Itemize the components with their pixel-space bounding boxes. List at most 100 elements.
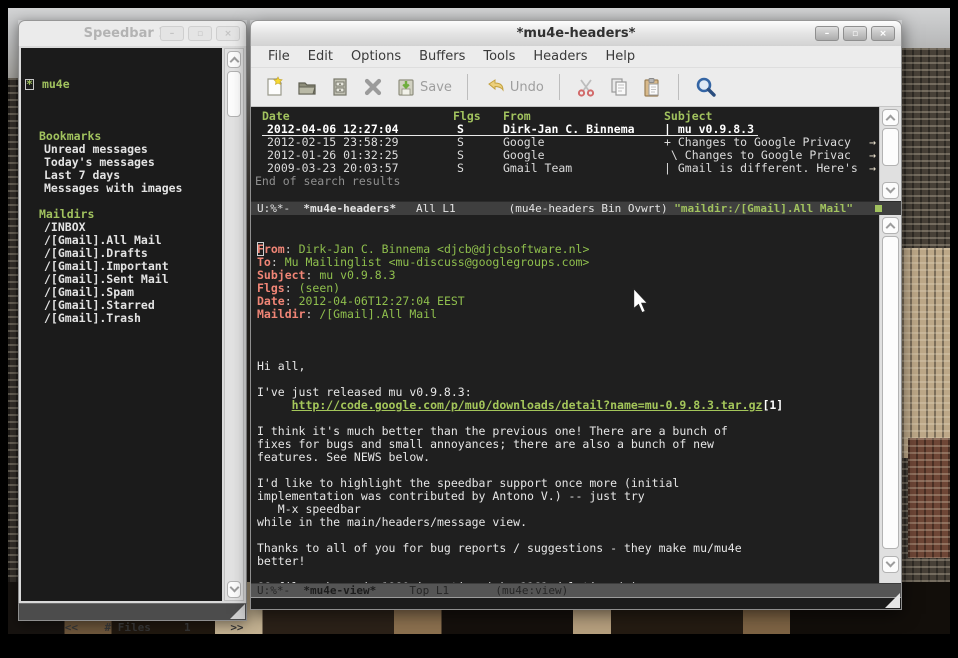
toolbar-separator (678, 74, 679, 100)
speedbar-item[interactable]: /[Gmail].Trash (25, 312, 222, 325)
new-file-button[interactable] (263, 76, 285, 98)
scrollbar-thumb[interactable] (227, 71, 241, 117)
body-line: while in the main/headers/message view. (257, 516, 879, 529)
maximize-icon[interactable]: ▫ (843, 26, 867, 41)
headers-modeline: U:%*- *mu4e-headers* All L1 (mu4e-header… (251, 201, 901, 215)
message-row[interactable]: 2009-03-23 20:03:57SGmail Team| Gmail is… (251, 162, 879, 175)
modeline-segment: All L1 (mu4e-headers Bin Ovwrt) (396, 202, 674, 215)
field-label: Date (257, 294, 285, 308)
modeline-segment: U:%*- (257, 584, 303, 597)
field-label: To (257, 255, 271, 269)
field-label: From (257, 242, 285, 256)
cursor-marker: * (25, 79, 34, 90)
desktop: Speedbar 1.0 – ▫ × * mu4e BookmarksUnrea… (0, 0, 958, 658)
message-cell: 2009-03-23 20:03:57 (267, 162, 453, 175)
speedbar-item[interactable]: Messages with images (25, 182, 222, 195)
field-label: Subject (257, 268, 305, 282)
field-value: Mu Mailinglist <mu-discuss@googlegroups.… (285, 255, 590, 269)
field-colon: : (285, 294, 299, 308)
truncation-arrow-icon: → (869, 162, 876, 175)
file-cabinet-button[interactable] (329, 76, 351, 98)
view-scrollbar[interactable] (879, 215, 901, 583)
speedbar-sections: BookmarksUnread messagesToday's messages… (25, 117, 222, 325)
body-line: Hi all, (257, 360, 879, 373)
modeline-segment: U:%*- (257, 202, 303, 215)
menu-item-buffers[interactable]: Buffers (410, 49, 474, 64)
body-line (257, 347, 879, 360)
speedbar-content: * mu4e BookmarksUnread messagesToday's m… (21, 48, 222, 601)
cut-button[interactable] (575, 76, 597, 98)
paste-icon (641, 76, 663, 98)
scrollbar-thumb[interactable] (882, 128, 899, 166)
speedbar-body: * mu4e BookmarksUnread messagesToday's m… (18, 46, 247, 603)
toolbar-separator (559, 74, 560, 100)
message-header-fields: From: Dirk-Jan C. Binnema <djcb@djcbsoft… (257, 243, 879, 321)
speedbar-root-line[interactable]: * mu4e (25, 78, 222, 91)
message-link[interactable]: http://code.google.com/p/mu0/downloads/d… (292, 398, 763, 412)
message-view: From: Dirk-Jan C. Binnema <djcb@djcbsoft… (251, 215, 879, 583)
emacs-title: *mu4e-headers* (517, 26, 636, 41)
scroll-down-icon[interactable] (227, 581, 241, 598)
maximize-icon[interactable]: ▫ (188, 26, 212, 41)
menu-item-headers[interactable]: Headers (524, 49, 596, 64)
menu-item-edit[interactable]: Edit (299, 49, 342, 64)
speedbar-scrollbar[interactable] (224, 48, 244, 601)
save-button[interactable]: Save (395, 76, 452, 98)
field-value: 2012-04-06T12:27:04 EEST (299, 294, 465, 308)
menubar: File Edit Options Buffers Tools Headers … (251, 46, 901, 68)
menu-item-tools[interactable]: Tools (474, 49, 524, 64)
undo-button[interactable]: Undo (483, 76, 544, 98)
file-cabinet-icon (329, 76, 351, 98)
close-buffer-button[interactable] (362, 76, 384, 98)
scrollbar-thumb[interactable] (882, 236, 899, 549)
minimize-icon[interactable]: – (815, 26, 839, 41)
message-cell: Gmail Team (503, 162, 664, 175)
echo-area (251, 597, 901, 609)
copy-icon (608, 76, 630, 98)
message-rows: 2012-04-06 12:27:04SDirk-Jan C. Binnema|… (251, 123, 879, 175)
paste-button[interactable] (641, 76, 663, 98)
field-colon: : (305, 307, 319, 321)
field-colon: : (271, 255, 285, 269)
resize-grip[interactable] (230, 604, 245, 619)
close-buffer-icon (362, 76, 384, 98)
emacs-window: *mu4e-headers* – ▫ × File Edit Options B… (250, 20, 902, 610)
copy-button[interactable] (608, 76, 630, 98)
search-button[interactable] (694, 75, 718, 99)
scroll-down-icon[interactable] (882, 182, 899, 199)
cut-icon (575, 76, 597, 98)
menu-item-help[interactable]: Help (597, 49, 645, 64)
scroll-up-icon[interactable] (882, 217, 899, 234)
close-icon[interactable]: × (216, 26, 240, 41)
emacs-titlebar[interactable]: *mu4e-headers* – ▫ × (250, 20, 902, 46)
undo-label: Undo (510, 80, 544, 95)
message-view-pane: From: Dirk-Jan C. Binnema <djcb@djcbsoft… (251, 215, 901, 583)
headers-list: Date Flgs From Subject 2012-04-06 12:27:… (251, 107, 879, 201)
toolbar: Save Undo (251, 68, 901, 107)
headers-scrollbar[interactable] (879, 107, 901, 201)
modeline-segment: *mu4e-headers* (303, 202, 396, 215)
speedbar-window: Speedbar 1.0 – ▫ × * mu4e BookmarksUnrea… (18, 20, 247, 621)
mouse-cursor-icon (632, 288, 650, 315)
minimize-icon[interactable]: – (160, 26, 184, 41)
close-icon[interactable]: × (871, 26, 895, 41)
speedbar-titlebar[interactable]: Speedbar 1.0 – ▫ × (18, 20, 247, 46)
new-file-icon (263, 76, 285, 98)
modeline-segment: *mu4e-view* (303, 584, 376, 597)
menu-item-options[interactable]: Options (342, 49, 410, 64)
field-value: (seen) (299, 281, 341, 295)
resize-grip[interactable] (885, 593, 900, 608)
body-line: http://code.google.com/p/mu0/downloads/d… (257, 399, 879, 412)
open-folder-button[interactable] (296, 76, 318, 98)
message-cell: S (453, 162, 503, 175)
end-of-results: End of search results (251, 175, 879, 188)
field-colon: : (285, 281, 299, 295)
scroll-down-icon[interactable] (882, 556, 899, 573)
menu-item-file[interactable]: File (259, 49, 299, 64)
scroll-up-icon[interactable] (882, 109, 899, 126)
body-line: Thanks to all of you for bug reports / s… (257, 542, 879, 555)
field-colon: : (305, 268, 319, 282)
speedbar-root-label: mu4e (42, 78, 70, 91)
field-label: Maildir (257, 307, 305, 321)
scroll-up-icon[interactable] (227, 51, 241, 68)
